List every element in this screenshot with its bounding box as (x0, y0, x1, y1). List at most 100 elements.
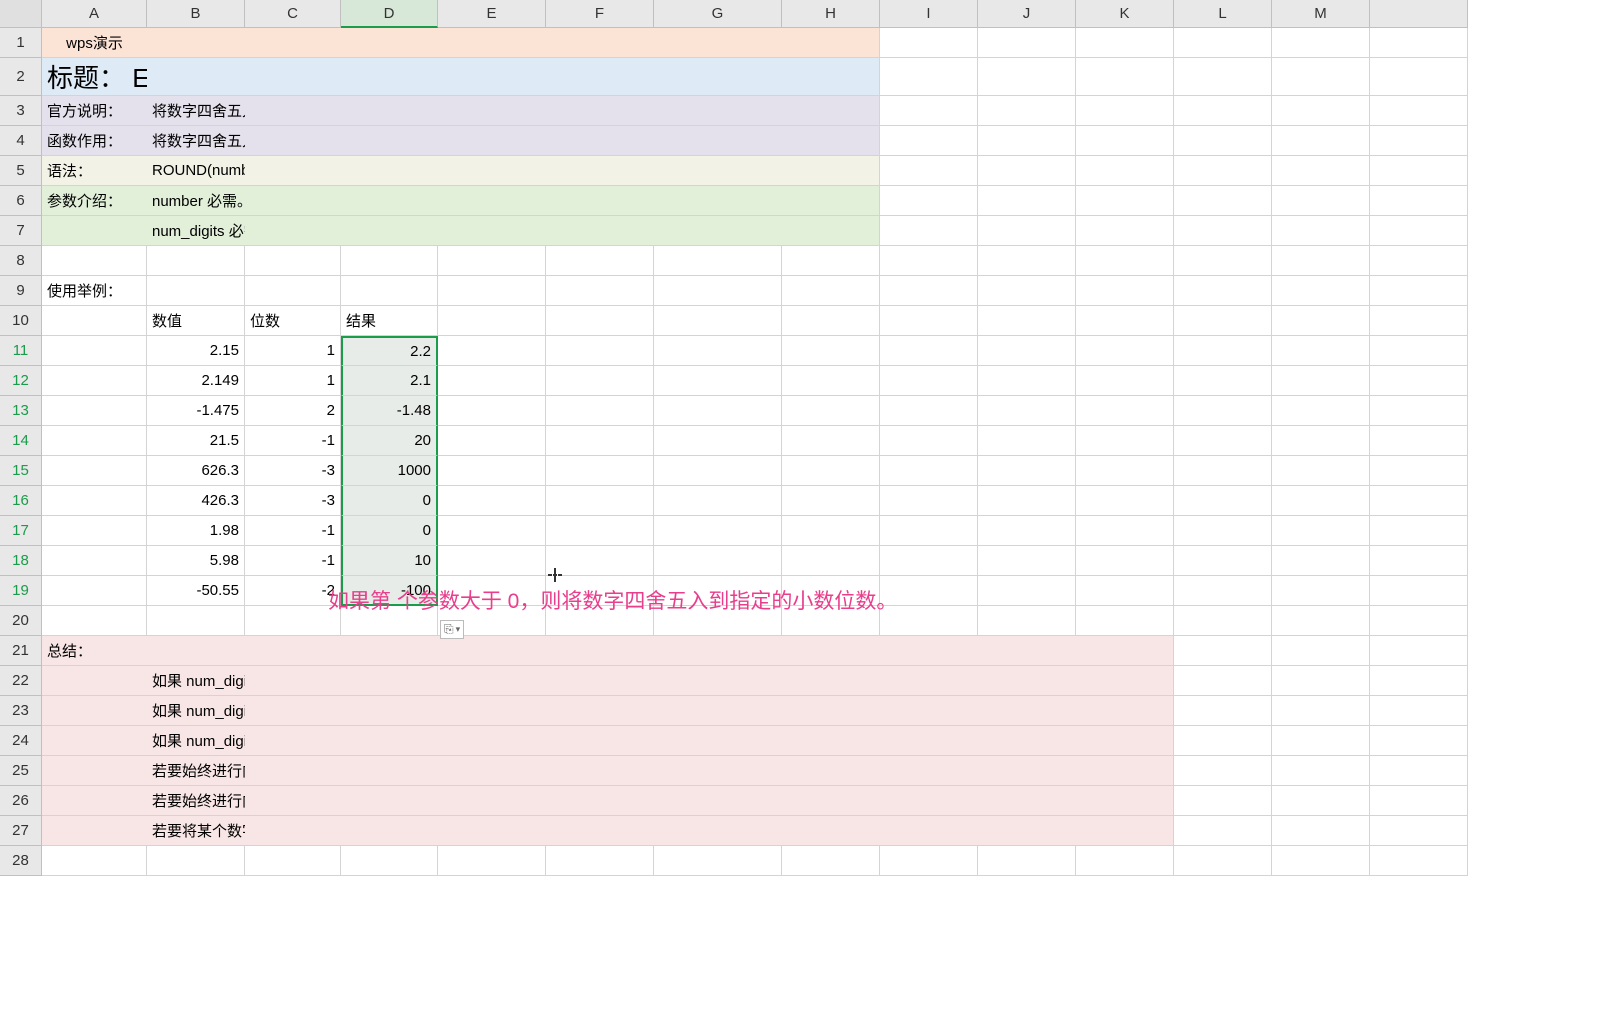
cell-C6[interactable] (245, 186, 341, 216)
cell-B11[interactable]: 2.15 (147, 336, 245, 366)
cell-D11[interactable]: 2.2 (341, 336, 438, 366)
cell-J24[interactable] (978, 726, 1076, 756)
cell-H18[interactable] (782, 546, 880, 576)
cell-M26[interactable] (1272, 786, 1370, 816)
cell-I17[interactable] (880, 516, 978, 546)
cell-E1[interactable] (438, 28, 546, 58)
cell-H22[interactable] (782, 666, 880, 696)
cell-G10[interactable] (654, 306, 782, 336)
cell-G6[interactable] (654, 186, 782, 216)
cell-K6[interactable] (1076, 186, 1174, 216)
cell-G12[interactable] (654, 366, 782, 396)
cell-K25[interactable] (1076, 756, 1174, 786)
cell-B6[interactable]: number 必需。 要四舍五入的数字。 (147, 186, 245, 216)
row-header-15[interactable]: 15 (0, 456, 42, 486)
cell-K3[interactable] (1076, 96, 1174, 126)
cell-L26[interactable] (1174, 786, 1272, 816)
cell-11[interactable] (1370, 336, 1468, 366)
cell-J17[interactable] (978, 516, 1076, 546)
cell-M20[interactable] (1272, 606, 1370, 636)
cell-J12[interactable] (978, 366, 1076, 396)
row-header-18[interactable]: 18 (0, 546, 42, 576)
row-header-1[interactable]: 1 (0, 28, 42, 58)
cell-D1[interactable] (341, 28, 438, 58)
cell-F18[interactable] (546, 546, 654, 576)
cell-A3[interactable]: 官方说明： (42, 96, 147, 126)
cell-D25[interactable] (341, 756, 438, 786)
cell-K13[interactable] (1076, 396, 1174, 426)
cell-F5[interactable] (546, 156, 654, 186)
cell-F20[interactable] (546, 606, 654, 636)
cell-M19[interactable] (1272, 576, 1370, 606)
cell-G20[interactable] (654, 606, 782, 636)
cell-D9[interactable] (341, 276, 438, 306)
cell-G21[interactable] (654, 636, 782, 666)
col-header-H[interactable]: H (782, 0, 880, 28)
cell-M1[interactable] (1272, 28, 1370, 58)
row-header-10[interactable]: 10 (0, 306, 42, 336)
cell-F8[interactable] (546, 246, 654, 276)
col-header-F[interactable]: F (546, 0, 654, 28)
cell-I1[interactable] (880, 28, 978, 58)
cell-E12[interactable] (438, 366, 546, 396)
cell-D21[interactable] (341, 636, 438, 666)
col-header-B[interactable]: B (147, 0, 245, 28)
cell-G1[interactable] (654, 28, 782, 58)
cell-E5[interactable] (438, 156, 546, 186)
row-header-27[interactable]: 27 (0, 816, 42, 846)
cell-H28[interactable] (782, 846, 880, 876)
cell-H23[interactable] (782, 696, 880, 726)
cell-E24[interactable] (438, 726, 546, 756)
cell-E10[interactable] (438, 306, 546, 336)
cell-L15[interactable] (1174, 456, 1272, 486)
cell-K20[interactable] (1076, 606, 1174, 636)
row-header-5[interactable]: 5 (0, 156, 42, 186)
cell-G15[interactable] (654, 456, 782, 486)
cell-M12[interactable] (1272, 366, 1370, 396)
cell-G14[interactable] (654, 426, 782, 456)
cell-C14[interactable]: -1 (245, 426, 341, 456)
cell-H6[interactable] (782, 186, 880, 216)
cell-14[interactable] (1370, 426, 1468, 456)
cell-H24[interactable] (782, 726, 880, 756)
cell-K26[interactable] (1076, 786, 1174, 816)
row-header-3[interactable]: 3 (0, 96, 42, 126)
cell-J8[interactable] (978, 246, 1076, 276)
cell-L19[interactable] (1174, 576, 1272, 606)
cell-E28[interactable] (438, 846, 546, 876)
cell-C24[interactable] (245, 726, 341, 756)
cell-16[interactable] (1370, 486, 1468, 516)
cell-A18[interactable] (42, 546, 147, 576)
cell-A9[interactable]: 使用举例： (42, 276, 147, 306)
cell-H13[interactable] (782, 396, 880, 426)
cell-H25[interactable] (782, 756, 880, 786)
cell-M11[interactable] (1272, 336, 1370, 366)
cell-M15[interactable] (1272, 456, 1370, 486)
cell-L16[interactable] (1174, 486, 1272, 516)
cell-M8[interactable] (1272, 246, 1370, 276)
cell-A10[interactable] (42, 306, 147, 336)
cell-J18[interactable] (978, 546, 1076, 576)
cell-B27[interactable]: 若要将某个数字四舍五入为指定的倍数（例如，四舍五入为最接近的 0.5 倍），请使… (147, 816, 245, 846)
cell-C26[interactable] (245, 786, 341, 816)
cell-I13[interactable] (880, 396, 978, 426)
cell-L14[interactable] (1174, 426, 1272, 456)
cell-B14[interactable]: 21.5 (147, 426, 245, 456)
cell-C27[interactable] (245, 816, 341, 846)
cell-I11[interactable] (880, 336, 978, 366)
cell-15[interactable] (1370, 456, 1468, 486)
cell-A25[interactable] (42, 756, 147, 786)
row-header-12[interactable]: 12 (0, 366, 42, 396)
cell-E3[interactable] (438, 96, 546, 126)
cell-M17[interactable] (1272, 516, 1370, 546)
cell-I3[interactable] (880, 96, 978, 126)
cell-F3[interactable] (546, 96, 654, 126)
cell-I19[interactable] (880, 576, 978, 606)
cell-25[interactable] (1370, 756, 1468, 786)
cell-F7[interactable] (546, 216, 654, 246)
cell-A11[interactable] (42, 336, 147, 366)
cell-D3[interactable] (341, 96, 438, 126)
cell-B21[interactable] (147, 636, 245, 666)
cell-D16[interactable]: 0 (341, 486, 438, 516)
cell-G3[interactable] (654, 96, 782, 126)
